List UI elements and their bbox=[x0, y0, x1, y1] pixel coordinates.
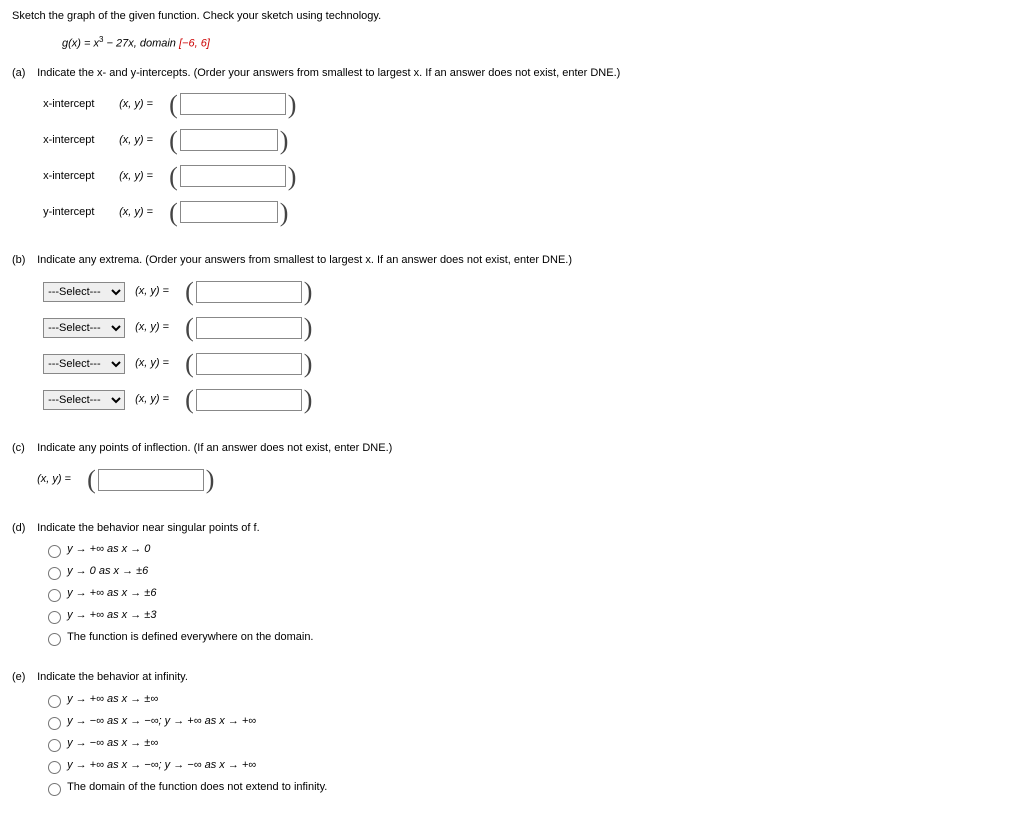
inflection-input[interactable] bbox=[98, 469, 204, 491]
d-option-2[interactable] bbox=[48, 567, 61, 580]
intercept-label: x-intercept bbox=[43, 132, 119, 150]
function-definition: g(x) = x3 − 27x, domain [−6, 6] bbox=[62, 34, 1012, 53]
part-a: (a) Indicate the x- and y-intercepts. (O… bbox=[12, 65, 1012, 235]
xy-label: (x, y) = bbox=[135, 391, 185, 409]
d-option-3-label: y → +∞ as x → ±6 bbox=[67, 585, 156, 603]
x-intercept-1-input[interactable] bbox=[180, 93, 286, 115]
part-a-prompt: Indicate the x- and y-intercepts. (Order… bbox=[37, 65, 1007, 83]
radio-row: y → +∞ as x → ±6 bbox=[43, 585, 1007, 603]
e-option-1[interactable] bbox=[48, 695, 61, 708]
intercept-label: y-intercept bbox=[43, 204, 119, 222]
e-option-2[interactable] bbox=[48, 717, 61, 730]
e-option-3-label: y → −∞ as x → ±∞ bbox=[67, 735, 158, 753]
e-option-5-label: The domain of the function does not exte… bbox=[67, 779, 327, 797]
radio-row: y → +∞ as x → 0 bbox=[43, 541, 1007, 559]
extrema-row-1: ---Select--- (x, y) = ( ) bbox=[43, 278, 1007, 306]
xy-label: (x, y) = bbox=[119, 132, 169, 150]
extrema-1-input[interactable] bbox=[196, 281, 302, 303]
xy-label: (x, y) = bbox=[135, 355, 185, 373]
part-b-label: (b) bbox=[12, 252, 34, 270]
extrema-select-1[interactable]: ---Select--- bbox=[43, 282, 125, 302]
part-c: (c) Indicate any points of inflection. (… bbox=[12, 440, 1012, 502]
d-option-5[interactable] bbox=[48, 633, 61, 646]
part-b: (b) Indicate any extrema. (Order your an… bbox=[12, 252, 1012, 422]
x-intercept-row-1: x-intercept (x, y) = ( ) bbox=[43, 90, 1007, 118]
radio-row: y → +∞ as x → ±3 bbox=[43, 607, 1007, 625]
open-paren: ( bbox=[87, 459, 96, 501]
part-e: (e) Indicate the behavior at infinity. y… bbox=[12, 669, 1012, 801]
xy-label: (x, y) = bbox=[119, 96, 169, 114]
intercept-label: x-intercept bbox=[43, 96, 119, 114]
d-option-1-label: y → +∞ as x → 0 bbox=[67, 541, 150, 559]
instruction-text: Sketch the graph of the given function. … bbox=[12, 8, 1012, 26]
xy-label: (x, y) = bbox=[119, 168, 169, 186]
xy-label: (x, y) = bbox=[37, 471, 87, 489]
part-b-prompt: Indicate any extrema. (Order your answer… bbox=[37, 252, 1007, 270]
radio-row: y → +∞ as x → −∞; y → −∞ as x → +∞ bbox=[43, 757, 1007, 775]
xy-label: (x, y) = bbox=[135, 283, 185, 301]
radio-row: The function is defined everywhere on th… bbox=[43, 629, 1007, 647]
extrema-select-4[interactable]: ---Select--- bbox=[43, 390, 125, 410]
close-paren: ) bbox=[206, 459, 215, 501]
x-intercept-3-input[interactable] bbox=[180, 165, 286, 187]
d-option-4-label: y → +∞ as x → ±3 bbox=[67, 607, 156, 625]
xy-label: (x, y) = bbox=[135, 319, 185, 337]
radio-row: y → +∞ as x → ±∞ bbox=[43, 691, 1007, 709]
extrema-4-input[interactable] bbox=[196, 389, 302, 411]
extrema-row-2: ---Select--- (x, y) = ( ) bbox=[43, 314, 1007, 342]
y-intercept-row: y-intercept (x, y) = ( ) bbox=[43, 198, 1007, 226]
part-a-label: (a) bbox=[12, 65, 34, 83]
part-c-prompt: Indicate any points of inflection. (If a… bbox=[37, 440, 1007, 458]
radio-row: The domain of the function does not exte… bbox=[43, 779, 1007, 797]
d-option-5-label: The function is defined everywhere on th… bbox=[67, 629, 313, 647]
e-option-4-label: y → +∞ as x → −∞; y → −∞ as x → +∞ bbox=[67, 757, 256, 775]
inflection-row: (x, y) = ( ) bbox=[37, 466, 1007, 494]
part-d: (d) Indicate the behavior near singular … bbox=[12, 520, 1012, 652]
d-option-1[interactable] bbox=[48, 545, 61, 558]
part-d-prompt: Indicate the behavior near singular poin… bbox=[37, 520, 1007, 538]
x-intercept-row-2: x-intercept (x, y) = ( ) bbox=[43, 126, 1007, 154]
close-paren: ) bbox=[304, 379, 313, 421]
extrema-row-3: ---Select--- (x, y) = ( ) bbox=[43, 350, 1007, 378]
e-option-2-label: y → −∞ as x → −∞; y → +∞ as x → +∞ bbox=[67, 713, 256, 731]
radio-row: y → 0 as x → ±6 bbox=[43, 563, 1007, 581]
y-intercept-input[interactable] bbox=[180, 201, 278, 223]
e-option-3[interactable] bbox=[48, 739, 61, 752]
xy-label: (x, y) = bbox=[119, 204, 169, 222]
d-option-2-label: y → 0 as x → ±6 bbox=[67, 563, 148, 581]
e-option-5[interactable] bbox=[48, 783, 61, 796]
d-option-3[interactable] bbox=[48, 589, 61, 602]
extrema-select-3[interactable]: ---Select--- bbox=[43, 354, 125, 374]
part-e-prompt: Indicate the behavior at infinity. bbox=[37, 669, 1007, 687]
extrema-select-2[interactable]: ---Select--- bbox=[43, 318, 125, 338]
d-option-4[interactable] bbox=[48, 611, 61, 624]
part-e-options: y → +∞ as x → ±∞ y → −∞ as x → −∞; y → +… bbox=[43, 691, 1007, 797]
open-paren: ( bbox=[185, 379, 194, 421]
radio-row: y → −∞ as x → ±∞ bbox=[43, 735, 1007, 753]
open-paren: ( bbox=[169, 192, 178, 234]
close-paren: ) bbox=[288, 156, 297, 198]
extrema-2-input[interactable] bbox=[196, 317, 302, 339]
x-intercept-2-input[interactable] bbox=[180, 129, 278, 151]
e-option-1-label: y → +∞ as x → ±∞ bbox=[67, 691, 158, 709]
part-d-label: (d) bbox=[12, 520, 34, 538]
close-paren: ) bbox=[280, 192, 289, 234]
radio-row: y → −∞ as x → −∞; y → +∞ as x → +∞ bbox=[43, 713, 1007, 731]
close-paren: ) bbox=[288, 84, 297, 126]
extrema-row-4: ---Select--- (x, y) = ( ) bbox=[43, 386, 1007, 414]
part-d-options: y → +∞ as x → 0 y → 0 as x → ±6 y → +∞ a… bbox=[43, 541, 1007, 647]
part-e-label: (e) bbox=[12, 669, 34, 687]
part-c-label: (c) bbox=[12, 440, 34, 458]
intercept-label: x-intercept bbox=[43, 168, 119, 186]
x-intercept-row-3: x-intercept (x, y) = ( ) bbox=[43, 162, 1007, 190]
e-option-4[interactable] bbox=[48, 761, 61, 774]
extrema-3-input[interactable] bbox=[196, 353, 302, 375]
